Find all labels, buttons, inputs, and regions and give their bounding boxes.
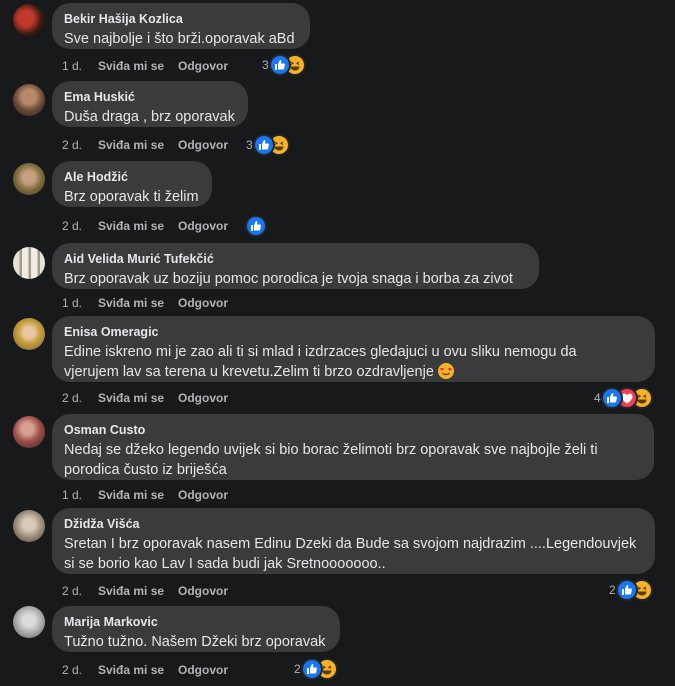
comment-time[interactable]: 2 d. [62, 218, 98, 234]
comment-author[interactable]: Bekir Hašija Kozlica [64, 11, 298, 27]
avatar[interactable] [13, 416, 45, 448]
avatar[interactable] [13, 318, 45, 350]
comment-author[interactable]: Osman Custo [64, 422, 642, 438]
like-button[interactable]: Sviđa mi se [98, 137, 178, 153]
like-reaction-icon [247, 217, 265, 235]
reaction-summary[interactable]: 3 [262, 56, 304, 74]
comment-time[interactable]: 1 d. [62, 487, 98, 503]
like-reaction-icon [270, 56, 289, 74]
comment-text: Sretan I brz oporavak nasem Edinu Dzeki … [64, 536, 637, 572]
comment-bubble: Enisa Omeragic Edine iskreno mi je zao a… [52, 316, 655, 382]
comment-bubble: Bekir Hašija Kozlica Sve najbolje i što … [52, 3, 310, 49]
comment-time[interactable]: 1 d. [62, 58, 98, 74]
like-reaction-icon [617, 581, 636, 599]
avatar[interactable] [13, 247, 45, 279]
comment-time[interactable]: 2 d. [62, 390, 98, 406]
avatar[interactable] [13, 510, 45, 542]
reaction-count: 3 [262, 58, 269, 72]
comment-actions: 2 d. Sviđa mi se Odgovor [62, 137, 228, 153]
like-button[interactable]: Sviđa mi se [98, 390, 178, 406]
reply-button[interactable]: Odgovor [178, 390, 228, 406]
reaction-summary[interactable]: 3 [246, 136, 288, 154]
reaction-summary[interactable]: 2 [294, 660, 336, 678]
reply-button[interactable]: Odgovor [178, 137, 228, 153]
comment-actions: 2 d. Sviđa mi se Odgovor [62, 218, 228, 234]
comment-bubble: Džidža Višća Sretan I brz oporavak nasem… [52, 508, 655, 574]
like-button[interactable]: Sviđa mi se [98, 218, 178, 234]
comment-text: Brz oporavak ti želim [64, 189, 199, 205]
comment-actions: 1 d. Sviđa mi se Odgovor [62, 487, 228, 503]
avatar[interactable] [13, 606, 45, 638]
comment-author[interactable]: Ema Huskić [64, 89, 236, 105]
avatar[interactable] [13, 84, 45, 116]
like-button[interactable]: Sviđa mi se [98, 295, 178, 311]
comment-text-content: Edine iskreno mi je zao ali ti si mlad i… [64, 344, 577, 380]
avatar[interactable] [13, 4, 45, 36]
comment-time[interactable]: 2 d. [62, 137, 98, 153]
comment-bubble: Aid Velida Murić Tufekčić Brz oporavak u… [52, 243, 539, 289]
comment-text: Sve najbolje i što brži.oporavak aBd [64, 31, 295, 47]
like-reaction-icon [254, 136, 273, 154]
comment-text: Tužno tužno. Našem Džeki brz oporavak [64, 634, 326, 650]
comment-text: Duša draga , brz oporavak [64, 109, 235, 125]
comment-time[interactable]: 2 d. [62, 583, 98, 599]
comment-bubble: Osman Custo Nedaj se džeko legendo uvije… [52, 414, 654, 480]
avatar[interactable] [13, 163, 45, 195]
comment-bubble: Ema Huskić Duša draga , brz oporavak [52, 81, 248, 127]
like-button[interactable]: Sviđa mi se [98, 487, 178, 503]
reply-button[interactable]: Odgovor [178, 58, 228, 74]
reply-button[interactable]: Odgovor [178, 662, 228, 678]
like-reaction-icon [602, 389, 621, 407]
heart-eyes-emoji-icon [437, 363, 454, 379]
reaction-count: 2 [609, 583, 616, 597]
like-button[interactable]: Sviđa mi se [98, 583, 178, 599]
reply-button[interactable]: Odgovor [178, 218, 228, 234]
comment-author[interactable]: Aid Velida Murić Tufekčić [64, 251, 527, 267]
reaction-count: 4 [594, 391, 601, 405]
reply-button[interactable]: Odgovor [178, 583, 228, 599]
reply-button[interactable]: Odgovor [178, 295, 228, 311]
like-button[interactable]: Sviđa mi se [98, 662, 178, 678]
comment-actions: 1 d. Sviđa mi se Odgovor [62, 58, 228, 74]
reaction-summary[interactable] [245, 217, 265, 235]
reaction-count: 2 [294, 662, 301, 676]
like-button[interactable]: Sviđa mi se [98, 58, 178, 74]
comment-author[interactable]: Džidža Višća [64, 516, 643, 532]
comment-bubble: Ale Hodžić Brz oporavak ti želim [52, 161, 212, 207]
comment-bubble: Marija Markovic Tužno tužno. Našem Džeki… [52, 606, 340, 652]
comment-actions: 2 d. Sviđa mi se Odgovor [62, 583, 228, 599]
comment-time[interactable]: 1 d. [62, 295, 98, 311]
comment-text: Edine iskreno mi je zao ali ti si mlad i… [64, 342, 643, 382]
reply-button[interactable]: Odgovor [178, 487, 228, 503]
comment-text: Brz oporavak uz boziju pomoc porodica je… [64, 271, 513, 287]
comment-author[interactable]: Ale Hodžić [64, 169, 200, 185]
like-reaction-icon [302, 660, 321, 678]
comment-actions: 2 d. Sviđa mi se Odgovor [62, 662, 228, 678]
comment-actions: 2 d. Sviđa mi se Odgovor [62, 390, 228, 406]
reaction-summary[interactable]: 2 [609, 581, 651, 599]
reaction-count: 3 [246, 138, 253, 152]
comment-time[interactable]: 2 d. [62, 662, 98, 678]
comment-author[interactable]: Marija Markovic [64, 614, 328, 630]
comment-actions: 1 d. Sviđa mi se Odgovor [62, 295, 228, 311]
comment-text: Nedaj se džeko legendo uvijek si bio bor… [64, 442, 598, 478]
comment-author[interactable]: Enisa Omeragic [64, 324, 643, 340]
reaction-summary[interactable]: 4 [594, 389, 651, 407]
